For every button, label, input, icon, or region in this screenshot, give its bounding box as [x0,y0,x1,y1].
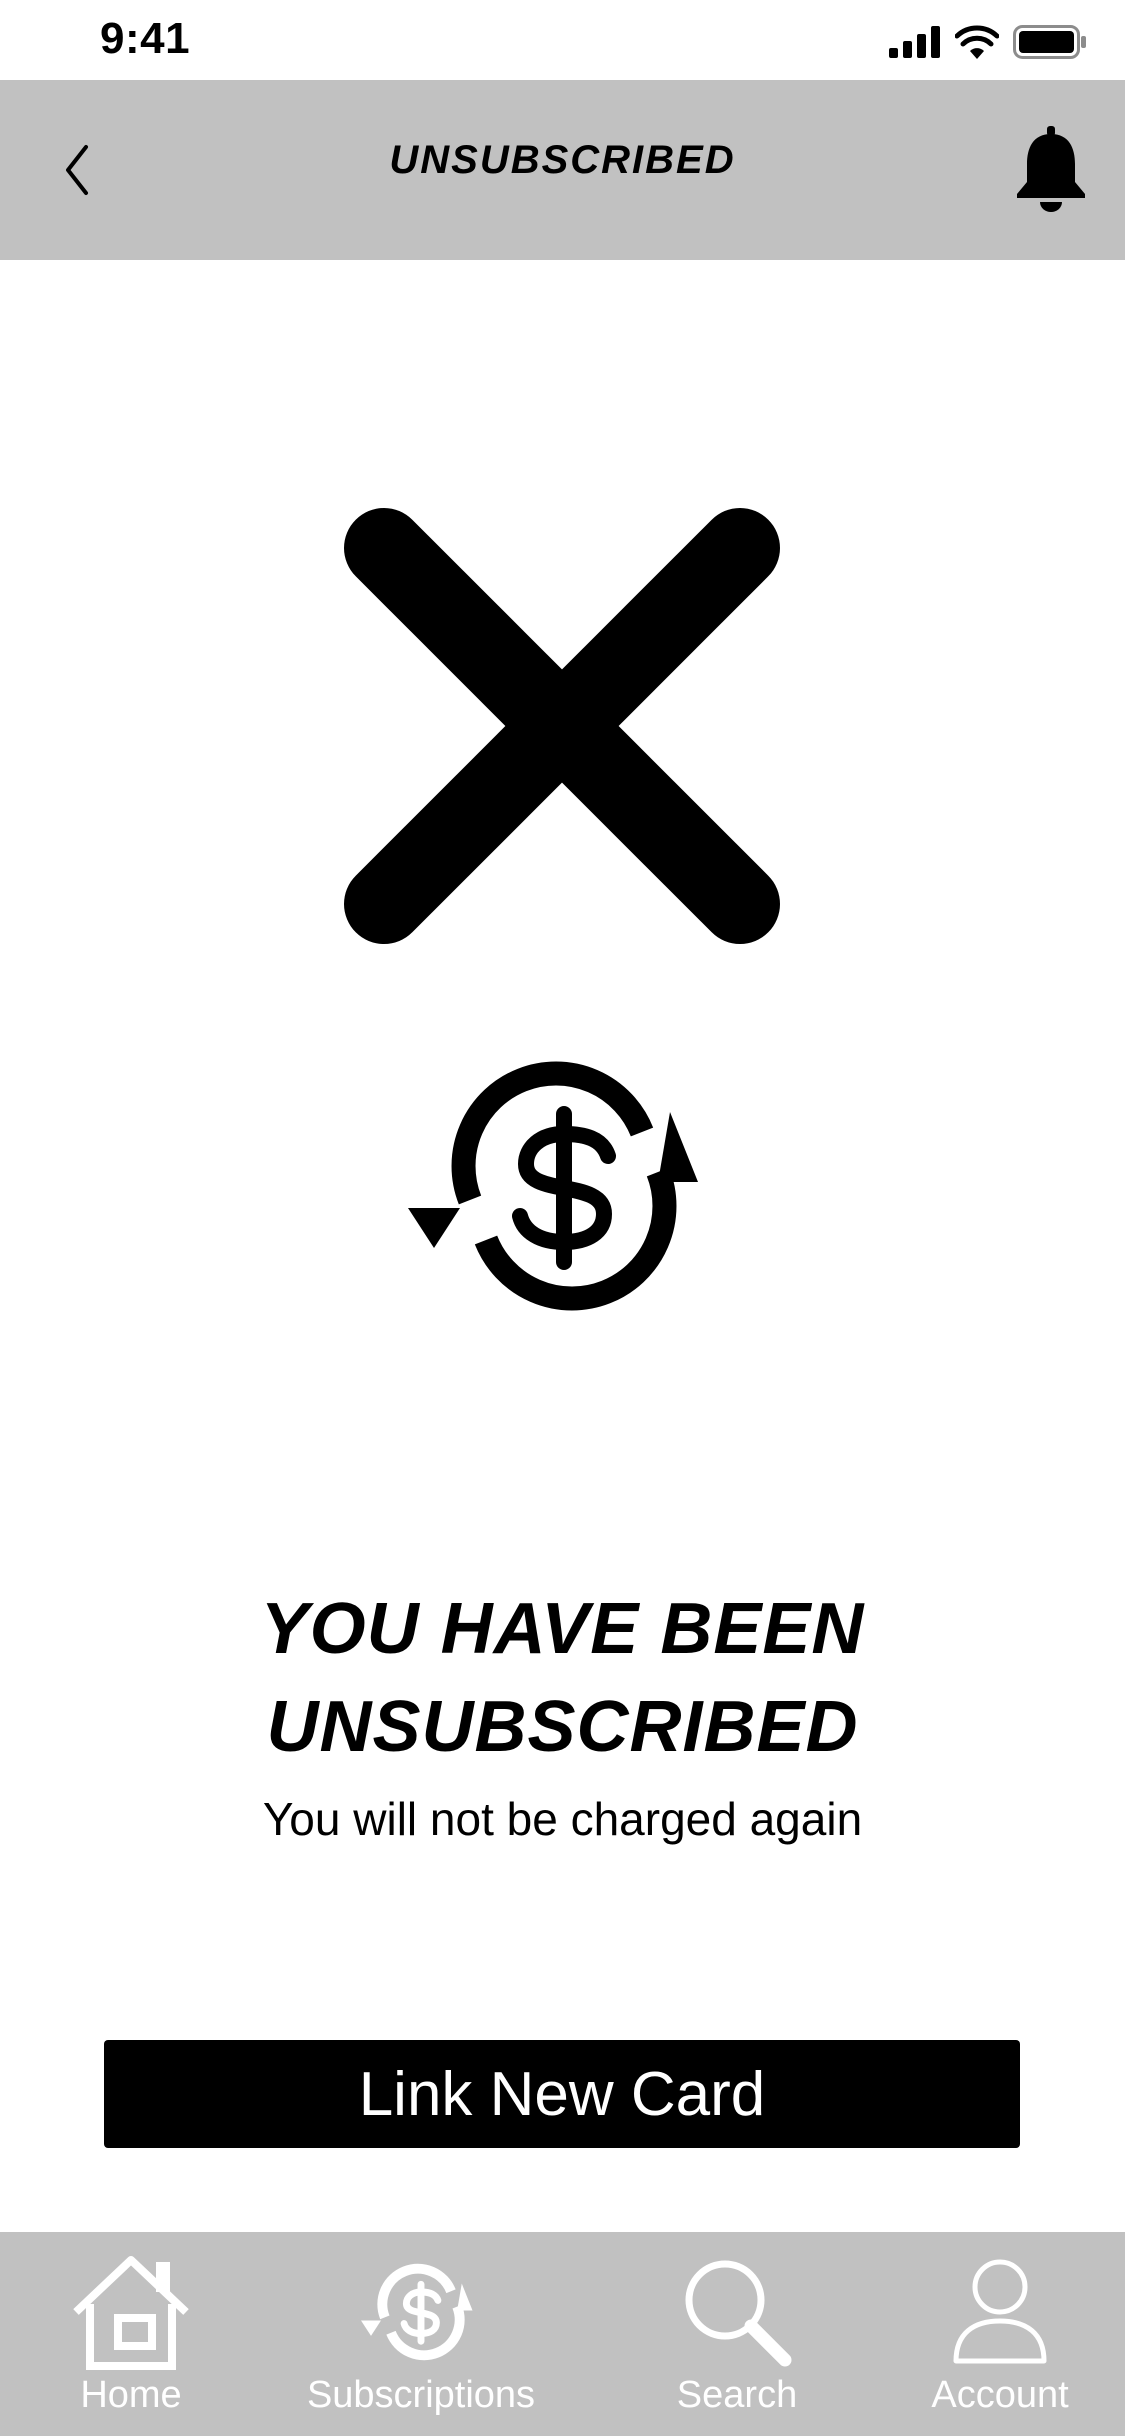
tab-account[interactable]: Account [914,2232,1086,2436]
tab-home-label: Home [80,2374,182,2416]
recurring-payment-icon [408,1061,698,1311]
tab-subscriptions-label: Subscriptions [306,2374,536,2416]
status-time: 9:41 [100,14,191,63]
notifications-button[interactable] [1013,126,1089,212]
home-icon [73,2256,189,2370]
tab-search-label: Search [676,2374,798,2416]
unsubscribed-subtext: You will not be charged again [262,1793,863,1845]
account-icon [953,2259,1047,2364]
status-icons [889,24,1087,60]
close-x-icon [344,508,780,944]
tab-bar: Home Subscriptions Search Account [0,2232,1125,2436]
wifi-icon [955,25,999,59]
header: UNSUBSCRIBED [0,80,1125,260]
page-title: UNSUBSCRIBED [389,138,736,182]
tab-search[interactable]: Search [670,2232,804,2436]
headline-line-2: UNSUBSCRIBED [266,1687,859,1767]
link-new-card-button[interactable]: Link New Card [104,2040,1020,2148]
bell-icon [1017,126,1085,212]
tab-home[interactable]: Home [64,2232,198,2436]
tab-account-label: Account [931,2374,1069,2416]
cellular-signal-icon [889,26,940,58]
tab-subscriptions[interactable]: Subscriptions [296,2232,546,2436]
battery-icon [1013,25,1086,59]
subscriptions-icon [361,2263,473,2361]
unsubscribed-headline: YOU HAVE BEEN UNSUBSCRIBED [0,1580,1125,1776]
search-icon [685,2260,792,2367]
headline-line-1: YOU HAVE BEEN [260,1589,865,1669]
status-bar: 9:41 [0,0,1125,80]
